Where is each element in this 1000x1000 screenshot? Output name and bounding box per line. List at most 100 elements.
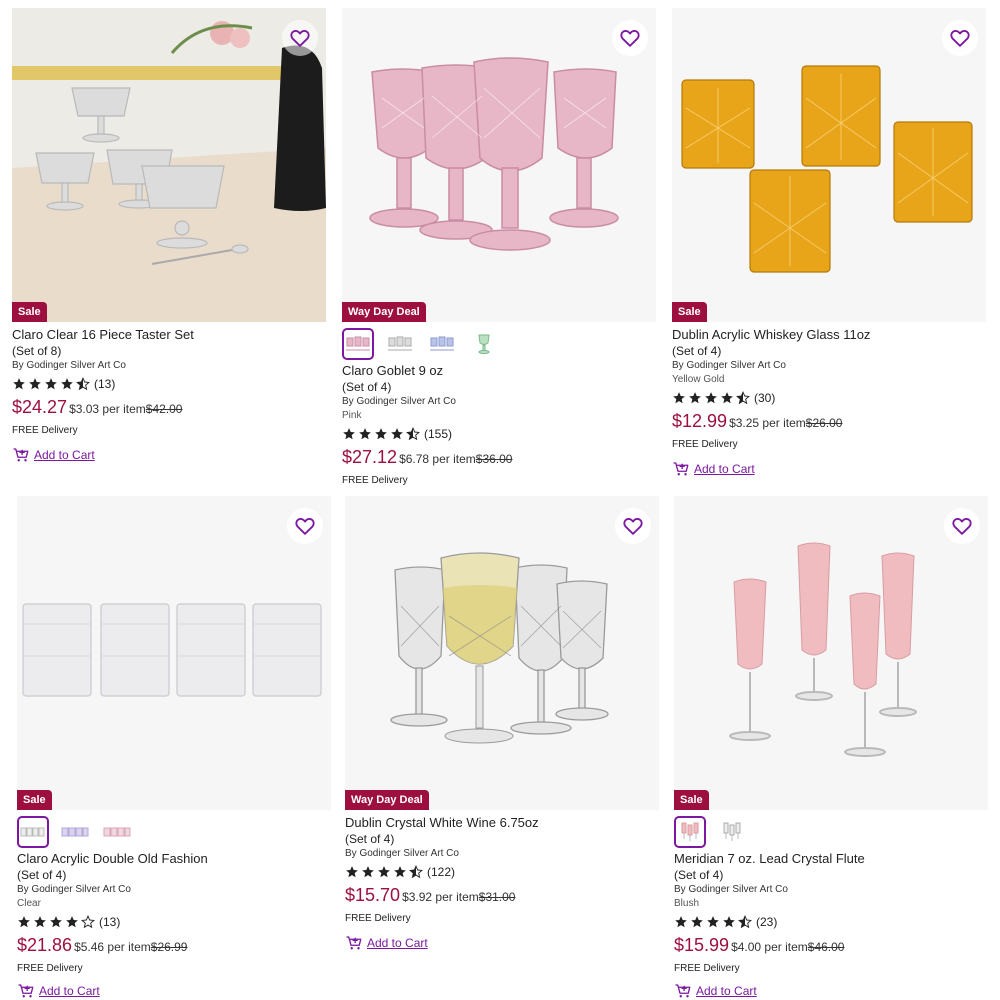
product-image[interactable]: Sale (672, 8, 986, 322)
swatch-clear[interactable] (384, 328, 416, 360)
product-name[interactable]: Claro Clear 16 Piece Taster Set (12, 327, 326, 343)
product-card[interactable]: Way Day Deal Claro Goblet 9 oz (Set of 4… (342, 8, 656, 486)
sale-price: $12.99 (672, 411, 728, 431)
sale-price: $21.86 (17, 935, 73, 955)
original-price: $26.99 (150, 940, 188, 954)
star-icon (393, 865, 407, 879)
product-rating: (30) (672, 389, 986, 407)
product-name[interactable]: Claro Goblet 9 oz (342, 363, 656, 379)
favorite-heart-icon[interactable] (287, 508, 323, 544)
product-brand: By Godinger Silver Art Co (672, 360, 786, 371)
star-icon (33, 915, 47, 929)
add-to-cart-label: Add to Cart (39, 984, 100, 998)
cart-icon (12, 446, 30, 464)
swatch-pink[interactable] (342, 328, 374, 360)
product-card[interactable]: Sale Dublin Acrylic Whiskey Glass 11oz (… (672, 8, 986, 478)
add-to-cart-button[interactable]: Add to Cart (12, 446, 326, 464)
product-color: Yellow Gold (672, 374, 725, 385)
product-set-size: (Set of 4) (345, 832, 395, 846)
color-swatches (342, 327, 656, 361)
product-set-size: (Set of 4) (17, 868, 67, 882)
favorite-heart-icon[interactable] (942, 20, 978, 56)
add-to-cart-label: Add to Cart (696, 984, 757, 998)
review-count: (23) (756, 915, 778, 929)
way-day-deal-badge: Way Day Deal (342, 302, 426, 322)
product-color: Clear (17, 898, 41, 909)
swatch-blue[interactable] (426, 328, 458, 360)
product-brand: By Godinger Silver Art Co (17, 884, 131, 895)
favorite-heart-icon[interactable] (612, 20, 648, 56)
favorite-heart-icon[interactable] (282, 20, 318, 56)
swatch-clear[interactable] (716, 816, 748, 848)
star-icon (720, 391, 734, 405)
product-rating: (13) (12, 375, 326, 393)
star-icon (704, 391, 718, 405)
star-icon (17, 915, 31, 929)
star-icon (358, 427, 372, 441)
price-row: $12.99 $3.25 per item $26.00 (672, 411, 986, 432)
swatch-pink[interactable] (101, 816, 133, 848)
product-brand: By Godinger Silver Art Co (345, 848, 459, 859)
product-rating: (13) (17, 913, 331, 931)
product-card[interactable]: Sale Claro Acrylic Double Old Fashion (S… (17, 496, 331, 1000)
original-price: $42.00 (145, 402, 183, 416)
price-row: $27.12 $6.78 per item $36.00 (342, 447, 656, 468)
product-card[interactable]: Sale Claro Clear 16 Piece Taster Set (Se… (12, 8, 326, 464)
delivery-info: FREE Delivery (674, 963, 740, 974)
star-icon (361, 865, 375, 879)
product-set-size: (Set of 4) (672, 344, 722, 358)
add-to-cart-button[interactable]: Add to Cart (17, 982, 331, 1000)
way-day-deal-badge: Way Day Deal (345, 790, 429, 810)
star-icon (390, 427, 404, 441)
product-name[interactable]: Claro Acrylic Double Old Fashion (17, 851, 331, 867)
delivery-info: FREE Delivery (17, 963, 83, 974)
delivery-info: FREE Delivery (672, 439, 738, 450)
sale-price: $24.27 (12, 397, 68, 417)
star-half-icon (736, 391, 750, 405)
product-brand: By Godinger Silver Art Co (12, 360, 126, 371)
star-icon (65, 915, 79, 929)
product-name[interactable]: Dublin Acrylic Whiskey Glass 11oz (672, 327, 986, 343)
star-icon (28, 377, 42, 391)
favorite-heart-icon[interactable] (615, 508, 651, 544)
add-to-cart-button[interactable]: Add to Cart (672, 460, 986, 478)
product-image[interactable]: Sale (12, 8, 326, 322)
price-row: $24.27 $3.03 per item $42.00 (12, 397, 326, 418)
star-icon (688, 391, 702, 405)
star-icon (12, 377, 26, 391)
star-half-icon (406, 427, 420, 441)
add-to-cart-button[interactable]: Add to Cart (345, 934, 659, 952)
swatch-green[interactable] (468, 328, 500, 360)
star-icon (345, 865, 359, 879)
swatch-clear[interactable] (17, 816, 49, 848)
star-icon (49, 915, 63, 929)
star-icon (672, 391, 686, 405)
delivery-info: FREE Delivery (12, 425, 78, 436)
product-name[interactable]: Meridian 7 oz. Lead Crystal Flute (674, 851, 988, 867)
product-image[interactable]: Sale (17, 496, 331, 810)
per-item-price: $3.92 per item (402, 890, 479, 904)
cart-icon (674, 982, 692, 1000)
add-to-cart-button[interactable]: Add to Cart (674, 982, 988, 1000)
product-card[interactable]: Sale Meridian 7 oz. Lead Crystal Flute (… (674, 496, 988, 1000)
product-image[interactable]: Way Day Deal (342, 8, 656, 322)
price-row: $21.86 $5.46 per item $26.99 (17, 935, 331, 956)
sale-price: $15.99 (674, 935, 730, 955)
review-count: (13) (94, 377, 116, 391)
swatch-lavender[interactable] (59, 816, 91, 848)
star-icon (706, 915, 720, 929)
star-half-icon (738, 915, 752, 929)
swatch-blush[interactable] (674, 816, 706, 848)
star-icon (690, 915, 704, 929)
favorite-heart-icon[interactable] (944, 508, 980, 544)
product-card[interactable]: Way Day Deal Dublin Crystal White Wine 6… (345, 496, 659, 952)
add-to-cart-label: Add to Cart (34, 448, 95, 462)
star-icon (60, 377, 74, 391)
product-rating: (23) (674, 913, 988, 931)
product-color: Blush (674, 898, 700, 909)
cart-icon (345, 934, 363, 952)
product-name[interactable]: Dublin Crystal White Wine 6.75oz (345, 815, 659, 831)
original-price: $26.00 (805, 416, 843, 430)
product-image[interactable]: Way Day Deal (345, 496, 659, 810)
product-image[interactable]: Sale (674, 496, 988, 810)
